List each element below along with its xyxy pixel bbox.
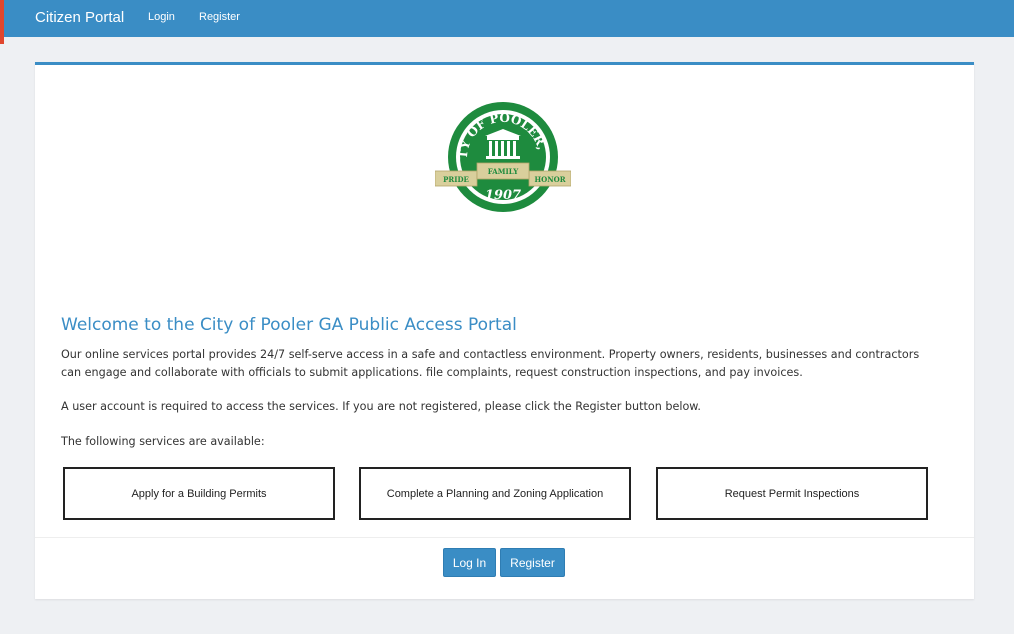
seal-left-banner: PRIDE [443, 175, 469, 184]
nav-register-link[interactable]: Register [199, 11, 240, 23]
intro-line-2: can engage and collaborate with official… [61, 366, 803, 379]
accent-marker [0, 0, 4, 44]
service-planning-zoning-button[interactable]: Complete a Planning and Zoning Applicati… [359, 467, 631, 520]
intro-paragraph: Our online services portal provides 24/7… [61, 346, 961, 382]
seal-center-banner: FAMILY [488, 167, 519, 176]
city-seal-logo: CITY OF POOLER, GA PRIDE FAMILY HONOR 19… [435, 100, 571, 212]
seal-right-banner: HONOR [534, 175, 565, 184]
seal-year: 1907 [485, 188, 521, 203]
service-permit-inspections-button[interactable]: Request Permit Inspections [656, 467, 928, 520]
nav-login-link[interactable]: Login [148, 11, 175, 23]
register-button[interactable]: Register [500, 548, 565, 577]
card-footer-divider [35, 537, 974, 538]
account-note: A user account is required to access the… [61, 400, 701, 413]
top-navbar: Citizen Portal Login Register [0, 0, 1014, 37]
services-intro: The following services are available: [61, 435, 265, 448]
service-building-permits-button[interactable]: Apply for a Building Permits [63, 467, 335, 520]
intro-line-1: Our online services portal provides 24/7… [61, 348, 920, 361]
login-button[interactable]: Log In [443, 548, 496, 577]
brand-link[interactable]: Citizen Portal [35, 9, 124, 26]
welcome-card: CITY OF POOLER, GA PRIDE FAMILY HONOR 19… [35, 62, 974, 599]
page-title: Welcome to the City of Pooler GA Public … [61, 315, 517, 335]
